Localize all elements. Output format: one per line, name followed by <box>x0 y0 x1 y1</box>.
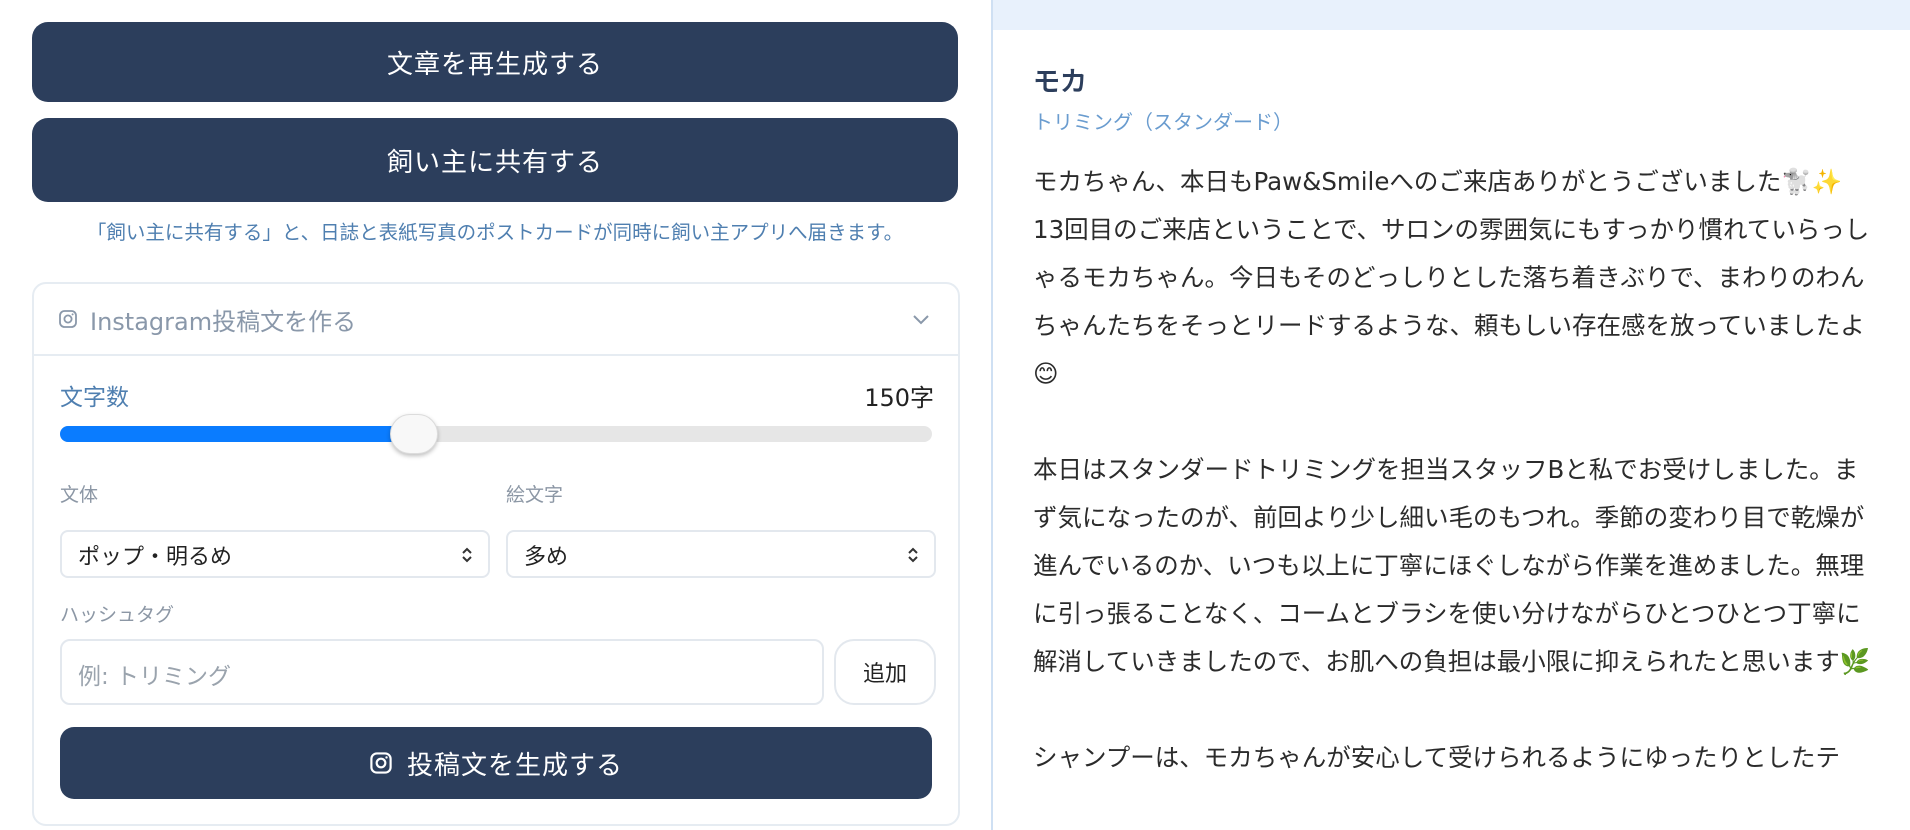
generate-post-label: 投稿文を生成する <box>406 750 623 781</box>
emoji-label: 絵文字 <box>506 484 564 506</box>
regenerate-button[interactable]: 文章を再生成する <box>32 22 958 102</box>
add-hashtag-button[interactable]: 追加 <box>834 639 936 705</box>
emoji-select[interactable]: 多め <box>506 530 936 578</box>
pet-name: モカ <box>1033 67 1087 98</box>
hashtag-input[interactable]: 例: トリミング <box>60 639 824 705</box>
style-select[interactable]: ポップ・明るめ <box>60 530 490 578</box>
instagram-icon <box>59 310 77 328</box>
journal-paragraph: モカちゃん、本日もPaw&Smileへのご来店ありがとうございました🐩✨ 13回… <box>1033 167 1870 388</box>
service-name: トリミング（スタンダード） <box>1033 110 1293 134</box>
style-label: 文体 <box>60 484 99 506</box>
hashtag-label: ハッシュタグ <box>60 604 175 626</box>
char-count-slider[interactable] <box>60 414 932 454</box>
slider-fill <box>60 426 414 442</box>
generate-post-button[interactable]: 投稿文を生成する <box>60 727 932 799</box>
share-with-owner-button[interactable]: 飼い主に共有する <box>32 118 958 202</box>
hashtag-placeholder: 例: トリミング <box>78 664 232 690</box>
preview-panel: モカ トリミング（スタンダード） モカちゃん、本日もPaw&Smileへのご来店… <box>991 0 1910 830</box>
select-arrows-icon <box>462 547 472 563</box>
left-panel: 文章を再生成する 飼い主に共有する 「飼い主に共有する」と、日誌と表紙写真のポス… <box>0 0 990 830</box>
journal-text: モカちゃん、本日もPaw&Smileへのご来店ありがとうございました🐩✨ 13回… <box>1033 158 1873 830</box>
style-select-value: ポップ・明るめ <box>78 545 233 570</box>
emoji-select-value: 多め <box>524 545 569 570</box>
char-count-value: 150字 <box>864 384 934 412</box>
instagram-icon <box>370 752 392 774</box>
char-count-label: 文字数 <box>60 385 129 411</box>
instagram-panel-title: Instagram投稿文を作る <box>90 308 357 336</box>
preview-top-band <box>993 0 1910 30</box>
instagram-panel: Instagram投稿文を作る 文字数 150字 文体 ポップ・明るめ 絵文字 … <box>32 282 960 826</box>
instagram-panel-header[interactable]: Instagram投稿文を作る <box>34 284 958 356</box>
journal-paragraph: 本日はスタンダードトリミングを担当スタッフBと私でお受けしました。まず気になった… <box>1033 455 1871 676</box>
share-note: 「飼い主に共有する」と、日誌と表紙写真のポストカードが同時に飼い主アプリへ届きま… <box>86 221 904 244</box>
chevron-down-icon[interactable] <box>910 308 932 330</box>
journal-paragraph: シャンプーは、モカちゃんが安心して受けられるようにゆったりとしたテ <box>1033 743 1841 772</box>
slider-thumb[interactable] <box>390 414 439 454</box>
select-arrows-icon <box>908 547 918 563</box>
